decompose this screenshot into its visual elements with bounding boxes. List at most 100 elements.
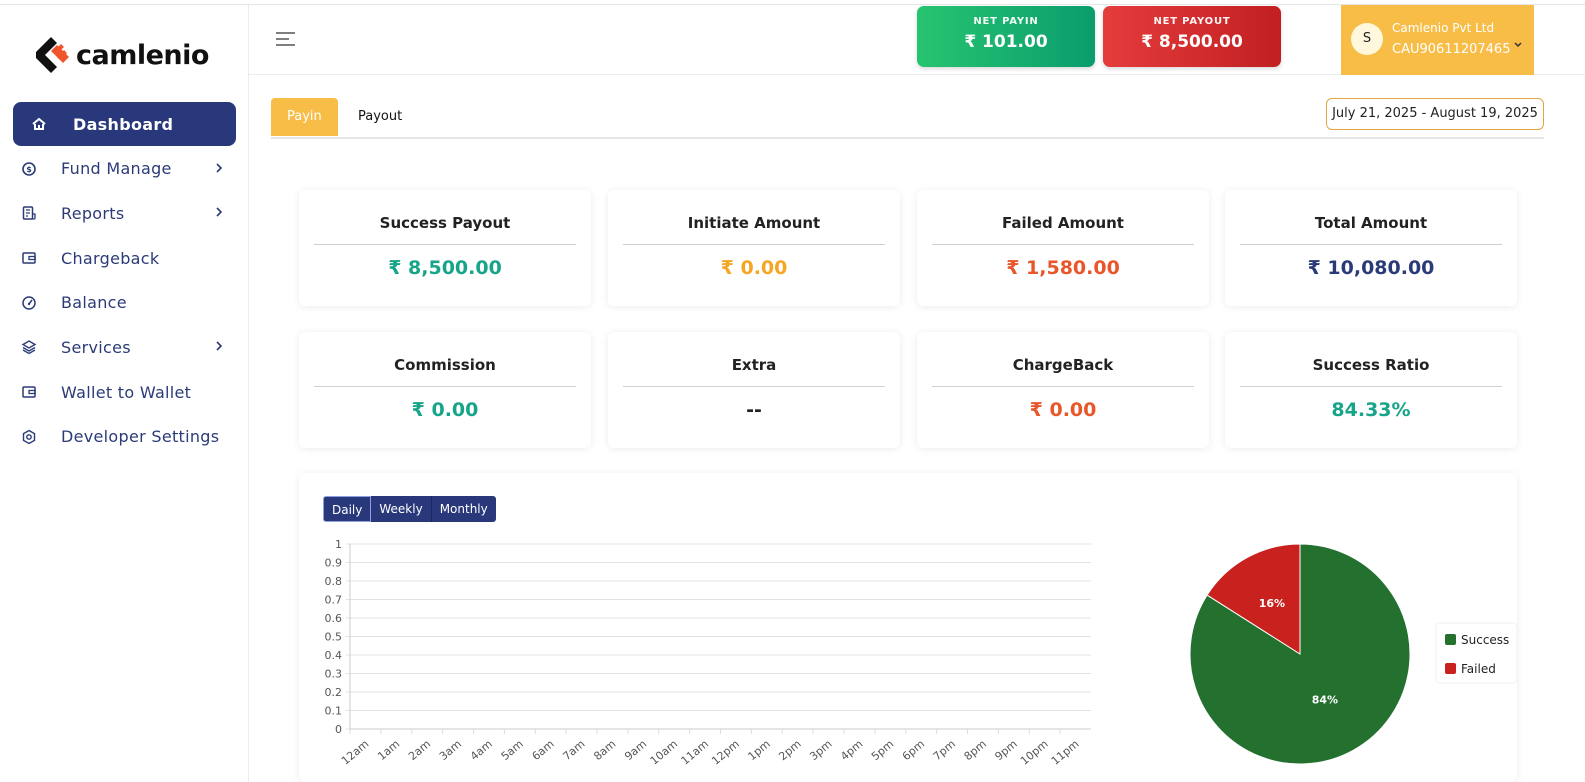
net-payout-value: ₹ 8,500.00 [1141,32,1243,52]
legend-swatch-success [1445,634,1456,645]
x-tick-label: 12pm [709,737,742,767]
stat-divider [1240,244,1502,245]
y-tick-label: 0.7 [325,594,343,607]
x-tick-label: 12am [339,737,371,767]
brand-logo[interactable]: camlenio [30,33,209,77]
sidebar-item-label: Dashboard [73,114,174,134]
stat-title: Extra [731,356,777,374]
pie-slice-label: 84% [1312,693,1338,706]
sidebar-item-fund-manage[interactable]: $ Fund Manage [13,147,236,191]
x-tick-label: 10pm [1018,737,1051,767]
hexagon-gear-icon [21,429,37,445]
x-tick-label: 3am [437,737,464,763]
x-tick-label: 11am [679,737,711,767]
x-tick-label: 4pm [838,737,865,763]
stat-card-extra: Extra -- [608,332,900,448]
layers-icon [21,339,37,355]
stat-divider [314,386,576,387]
stat-card-success-payout: Success Payout ₹ 8,500.00 [299,190,591,306]
sidebar-item-label: Developer Settings [61,427,220,447]
y-tick-label: 0.2 [325,686,343,699]
sidebar-item-services[interactable]: Services [13,325,236,369]
y-tick-label: 0.1 [325,705,343,718]
x-tick-label: 3pm [807,737,834,763]
stat-card-initiate-amount: Initiate Amount ₹ 0.00 [608,190,900,306]
stat-value: 84.33% [1331,399,1411,421]
x-tick-label: 8am [591,737,618,763]
pie-legend: Success Failed [1435,622,1518,684]
brand-name: camlenio [76,39,209,71]
logo-mark-icon [30,33,74,77]
x-tick-label: 1am [375,737,402,763]
legend-swatch-failed [1445,663,1456,674]
net-payout-label: NET PAYOUT [1153,16,1231,27]
x-tick-label: 5pm [869,737,896,763]
home-icon [31,116,47,132]
hourly-line-chart: 00.10.20.30.40.50.60.70.80.9112am 1am 2am 3… [325,538,1091,768]
y-tick-label: 0 [335,723,342,736]
stat-title: Commission [394,356,496,374]
sidebar-item-wallet-to-wallet[interactable]: Wallet to Wallet [13,370,236,414]
sidebar-item-label: Wallet to Wallet [61,382,192,402]
sidebar-item-reports[interactable]: Reports [13,191,236,235]
x-tick-label: 7am [560,737,587,763]
x-tick-label: 9pm [992,737,1019,763]
y-tick-label: 0.3 [325,668,343,681]
x-tick-label: 5am [499,737,526,763]
y-tick-label: 0.8 [325,575,343,588]
chevron-right-icon [214,204,224,223]
sidebar-nav: Dashboard $ Fund Manage Reports Chargeba… [13,102,236,460]
sidebar-item-label: Reports [61,203,125,223]
stat-value: -- [746,399,762,421]
user-menu[interactable]: S Camlenio Pvt Ltd CAU9061120​7465 [1341,5,1534,75]
stat-divider [932,386,1194,387]
date-range-picker[interactable]: July 21, 2025 - August 19, 2025 [1326,98,1544,130]
net-payin-value: ₹ 101.00 [964,32,1048,52]
stat-value: ₹ 0.00 [411,399,479,421]
y-tick-label: 1 [335,538,342,551]
x-tick-label: 7pm [931,737,958,763]
sidebar-item-label: Balance [61,293,127,313]
sidebar-item-label: Chargeback [61,248,160,268]
tab-payin[interactable]: Payin [271,98,338,136]
stat-card-commission: Commission ₹ 0.00 [299,332,591,448]
sidebar-item-chargeback[interactable]: Chargeback [13,236,236,280]
chevron-right-icon [214,160,224,179]
y-tick-label: 0.4 [325,649,343,662]
user-name: Camlenio Pvt Ltd [1392,21,1495,35]
tab-payout[interactable]: Payout [342,98,418,136]
sidebar-item-balance[interactable]: Balance [13,281,236,325]
x-tick-label: 1pm [745,737,772,763]
stat-card-success-ratio: Success Ratio 84.33% [1225,332,1517,448]
chevron-right-icon [214,338,224,357]
stat-title: Success Ratio [1312,356,1430,374]
sidebar-item-dashboard[interactable]: Dashboard [13,102,236,146]
stat-card-chargeback: ChargeBack ₹ 0.00 [917,332,1209,448]
sidebar-item-label: Services [61,337,131,357]
y-tick-label: 0.9 [325,557,343,570]
stat-title: ChargeBack [1012,356,1114,374]
x-tick-label: 6am [530,737,557,763]
x-tick-label: 2pm [776,737,803,763]
legend-label-success: Success [1461,633,1509,647]
stat-title: Failed Amount [1002,214,1124,232]
sidebar-item-label: Fund Manage [61,159,172,179]
stat-value: ₹ 0.00 [1029,399,1097,421]
x-tick-label: 11pm [1049,737,1082,767]
y-tick-label: 0.6 [325,612,343,625]
chevron-down-icon [1513,34,1523,53]
x-tick-label: 10am [648,737,680,767]
net-payout-card: NET PAYOUT ₹ 8,500.00 [1103,6,1281,67]
stat-divider [932,244,1194,245]
stat-divider [623,244,885,245]
stat-value: ₹ 8,500.00 [388,257,502,279]
report-icon [21,205,37,221]
sidebar-item-developer-settings[interactable]: Developer Settings [13,415,236,459]
success-failed-pie-chart: 84% 16% Success Failed [1189,543,1518,765]
net-payin-card: NET PAYIN ₹ 101.00 [917,6,1095,67]
stat-value: ₹ 1,580.00 [1006,257,1120,279]
menu-toggle-icon[interactable] [275,30,297,52]
x-tick-label: 2am [406,737,433,763]
sidebar: camlenio Dashboard $ Fund Manage Reports [0,5,249,782]
net-payin-label: NET PAYIN [973,16,1039,27]
